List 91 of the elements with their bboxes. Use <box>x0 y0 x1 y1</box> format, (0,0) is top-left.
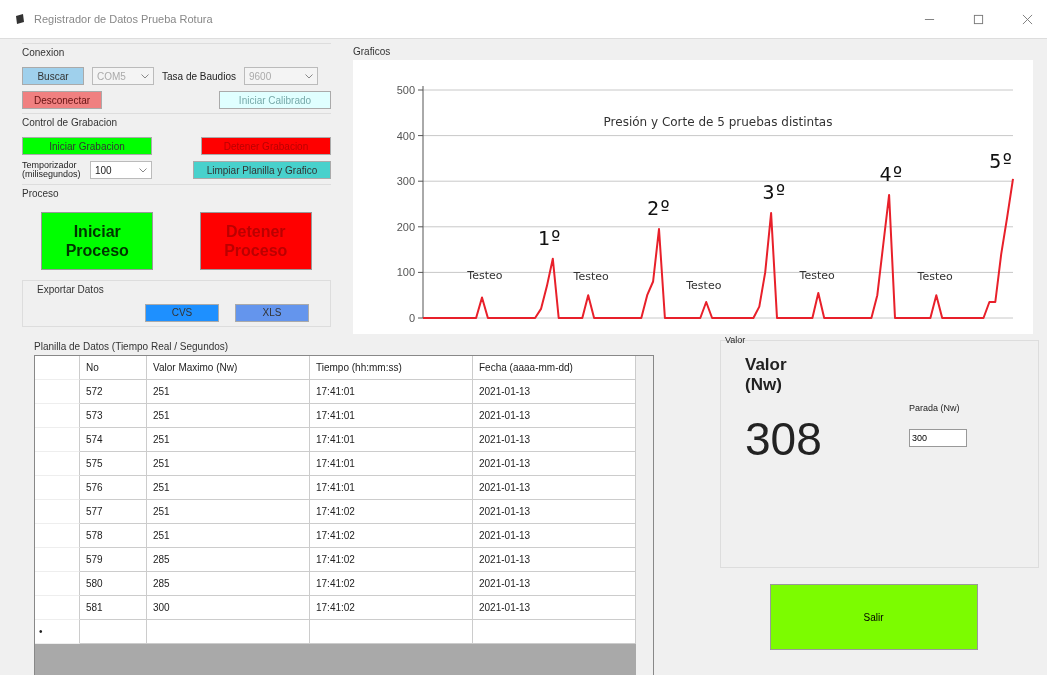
chart-annotation: Testeo <box>799 268 835 282</box>
scrollbar[interactable] <box>636 356 653 675</box>
table-cell: 251 <box>147 452 310 476</box>
parada-label: Parada (Nw) <box>909 403 961 413</box>
tick-label: 200 <box>396 220 415 233</box>
table-cell: 573 <box>80 404 147 428</box>
table-cell: 17:41:02 <box>310 500 473 524</box>
table-cell: 581 <box>80 596 147 620</box>
column-header[interactable]: Tiempo (hh:mm:ss) <box>310 356 473 380</box>
tick-label: 0 <box>408 312 415 324</box>
desconectar-button[interactable]: Desconectar <box>22 91 102 109</box>
table-cell: 579 <box>80 548 147 572</box>
table-cell: 576 <box>80 476 147 500</box>
group-label: Valor <box>725 335 746 345</box>
export-button[interactable]: CVS <box>145 303 219 322</box>
column-header[interactable]: No <box>80 356 147 380</box>
maximize-icon[interactable] <box>973 13 984 25</box>
table-cell: 17:41:02 <box>310 596 473 620</box>
chart-annotation: 2º <box>646 196 672 221</box>
table-cell: 17:41:01 <box>310 428 473 452</box>
iniciar-grabacion-button[interactable]: Iniciar Grabacion <box>22 137 152 155</box>
table-cell: 251 <box>147 524 310 548</box>
group-label: Control de Grabacion <box>22 116 118 130</box>
group-label: Planilla de Datos (Tiempo Real / Segundos) <box>34 340 229 354</box>
row-header[interactable] <box>35 452 80 476</box>
group-label: Exportar Datos <box>37 282 104 297</box>
chart-annotation: Testeo <box>686 278 722 292</box>
chart-annotation: 4º <box>879 162 904 187</box>
row-header[interactable] <box>35 380 80 404</box>
limpiar-button[interactable]: Limpiar Planilla y Grafico <box>193 161 331 180</box>
group-label: Proceso <box>22 186 59 201</box>
table-cell: 17:41:02 <box>310 548 473 572</box>
chart-title: Presión y Corte de 5 pruebas distintas <box>603 115 833 130</box>
chart-annotation: 3º <box>762 180 787 205</box>
buscar-button[interactable]: Buscar <box>22 67 84 85</box>
table-cell: 285 <box>147 548 310 572</box>
column-header[interactable]: Valor Maximo (Nw) <box>147 356 310 380</box>
caret-icon <box>141 73 149 79</box>
valor-reading: 308 <box>745 411 823 466</box>
tick-label: 500 <box>396 84 415 96</box>
row-header[interactable] <box>35 524 80 548</box>
table-cell: 17:41:02 <box>310 524 473 548</box>
table-cell: 580 <box>80 572 147 596</box>
row-header[interactable] <box>35 572 80 596</box>
parada-field[interactable]: 300 <box>909 429 967 447</box>
table-cell: 17:41:02 <box>310 572 473 596</box>
chart-annotation: Testeo <box>467 269 503 283</box>
timer-label: Temporizador (milisegundos) <box>22 161 82 180</box>
tick-label: 400 <box>396 129 415 142</box>
caret-icon <box>139 167 147 173</box>
table-cell: 572 <box>80 380 147 404</box>
table-cell: 574 <box>80 428 147 452</box>
table-cell: 251 <box>147 476 310 500</box>
timer-combo[interactable]: 100 <box>90 161 152 180</box>
chart-annotation: Testeo <box>573 270 609 284</box>
close-icon[interactable] <box>1022 13 1033 25</box>
salir-button[interactable]: Salir <box>769 584 978 650</box>
row-header[interactable] <box>35 596 80 620</box>
table-cell: 251 <box>147 428 310 452</box>
export-button[interactable]: XLS <box>235 303 309 322</box>
tick-label: 100 <box>396 266 415 279</box>
table-cell: 577 <box>80 500 147 524</box>
row-header[interactable] <box>35 404 80 428</box>
row-header[interactable] <box>35 476 80 500</box>
iniciar-proceso-button[interactable]: Iniciar Proceso <box>41 211 154 270</box>
table-cell: 251 <box>147 380 310 404</box>
table-cell: 17:41:01 <box>310 476 473 500</box>
group-label: Graficos <box>353 45 391 59</box>
table-cell: 251 <box>147 404 310 428</box>
table-cell: 575 <box>80 452 147 476</box>
chart-annotation: Testeo <box>917 270 953 284</box>
row-header[interactable] <box>35 548 80 572</box>
baud-label: Tasa de Baudios <box>162 70 236 82</box>
table-cell: 300 <box>147 596 310 620</box>
row-header[interactable] <box>35 356 80 380</box>
tick-label: 300 <box>396 175 415 188</box>
app-icon <box>14 13 26 25</box>
table-cell: 578 <box>80 524 147 548</box>
row-header[interactable] <box>35 500 80 524</box>
valor-label: Valor (Nw) <box>745 355 788 396</box>
chart-annotation: 1º <box>537 226 562 251</box>
table-cell: 17:41:01 <box>310 452 473 476</box>
table-cell: 17:41:01 <box>310 404 473 428</box>
table-cell: 251 <box>147 500 310 524</box>
row-header[interactable] <box>35 428 80 452</box>
table-cell: 17:41:01 <box>310 380 473 404</box>
window-title: Registrador de Datos Prueba Rotura <box>34 13 213 25</box>
table-cell: 285 <box>147 572 310 596</box>
caret-icon <box>304 73 313 79</box>
chart-annotation: 5º <box>989 148 1014 173</box>
group-label: Conexion <box>22 46 65 60</box>
